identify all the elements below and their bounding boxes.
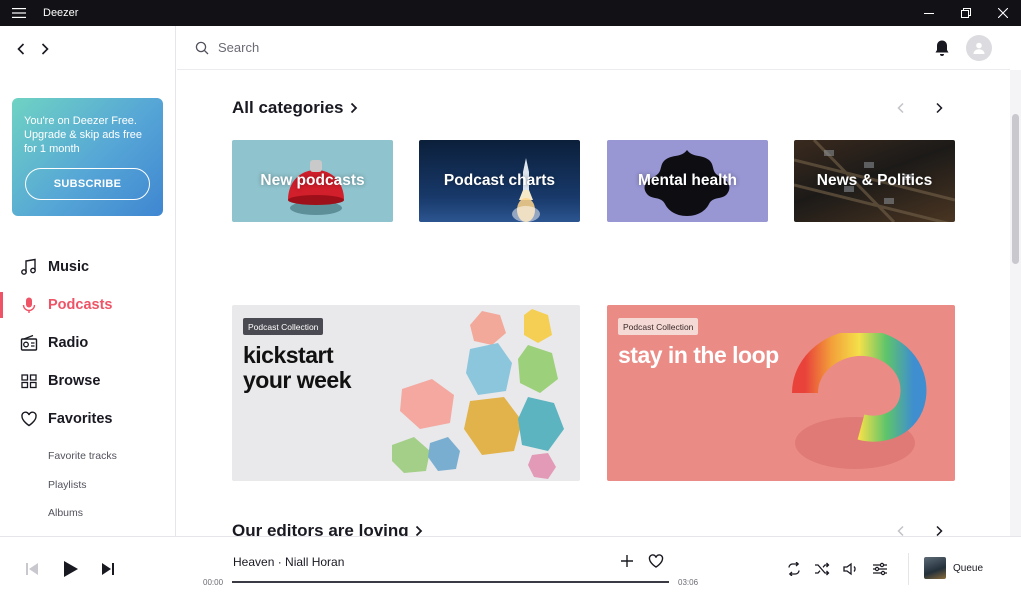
hamburger-menu-icon[interactable] [0,0,38,26]
categories-carousel-arrows [895,102,945,114]
submenu-playlists[interactable]: Playlists [48,475,117,504]
tile-label: News & Politics [816,172,933,189]
category-tile-podcast-charts[interactable]: Podcast charts [419,140,580,222]
current-track-cover[interactable] [924,557,946,579]
forward-arrow-icon[interactable] [38,40,52,58]
elapsed-time: 00:00 [203,578,224,587]
close-icon[interactable] [984,0,1021,26]
promo-text: You're on Deezer Free. Upgrade & skip ad… [24,115,143,155]
banner-title: kickstart your week [243,342,352,393]
grid-icon [20,372,38,390]
sidebar-item-favorites[interactable]: Favorites [0,400,176,438]
submenu-albums[interactable]: Albums [48,503,117,532]
main-scrollbar[interactable] [1010,70,1021,536]
play-icon[interactable] [60,558,82,580]
heart-icon [20,410,38,428]
minimize-icon[interactable] [910,0,947,26]
favorites-submenu: Favorite tracks Playlists Albums [48,446,117,532]
sidebar: You're on Deezer Free. Upgrade & skip ad… [0,26,176,536]
sidebar-item-label: Music [48,259,90,275]
radio-icon [20,334,38,352]
sidebar-item-radio[interactable]: Radio [0,324,176,362]
microphone-icon [20,296,38,314]
sidebar-item-browse[interactable]: Browse [0,362,176,400]
window-controls [910,0,1021,26]
chevron-right-icon [415,525,422,536]
editors-carousel-arrows [895,525,945,536]
top-bar [177,26,1010,70]
history-navigation [14,40,52,58]
banner-title-line: your week [243,367,352,393]
podcast-collection-badge: Podcast Collection [618,318,699,335]
repeat-icon[interactable] [785,560,803,578]
equalizer-settings-icon[interactable] [871,560,889,578]
editors-loving-link[interactable]: Our editors are loving [232,521,423,536]
title-bar: Deezer [0,0,1021,26]
stacked-blocks-image [392,309,564,479]
category-tile-news-politics[interactable]: News & Politics [794,140,955,222]
search-icon [194,40,210,56]
banner-title-line: kickstart [243,342,334,368]
player-bar: Heaven · Niall Horan 00:00 03:06 Queue [0,536,1021,600]
tile-label: Mental health [637,172,738,189]
collection-banner-kickstart[interactable]: Podcast Collection kickstart your week [232,305,580,481]
carousel-next-icon[interactable] [933,102,945,114]
subscribe-button[interactable]: SUBSCRIBE [25,168,150,200]
track-duration: 03:06 [678,578,699,587]
queue-button[interactable]: Queue [953,563,983,574]
previous-track-icon[interactable] [24,561,40,577]
sidebar-item-label: Radio [48,335,89,351]
playback-progress-bar[interactable] [232,581,669,583]
slinky-image [792,333,927,469]
add-to-playlist-icon[interactable] [619,553,635,569]
free-plan-promo: You're on Deezer Free. Upgrade & skip ad… [12,98,163,216]
music-note-icon [20,258,38,276]
submenu-favorite-tracks[interactable]: Favorite tracks [48,446,117,475]
sidebar-item-label: Browse [48,373,101,389]
back-arrow-icon[interactable] [14,40,28,58]
tile-label: New podcasts [260,172,365,189]
category-tile-new-podcasts[interactable]: New podcasts [232,140,393,222]
section-title: Our editors are loving [232,521,409,536]
carousel-prev-icon[interactable] [895,525,907,536]
notification-bell-icon[interactable] [934,39,950,57]
sidebar-item-label: Podcasts [48,297,113,313]
next-track-icon[interactable] [100,561,116,577]
player-divider [908,553,909,585]
tile-label: Podcast charts [443,172,556,189]
sidebar-item-label: Favorites [48,411,113,427]
user-avatar[interactable] [966,35,992,61]
sidebar-item-music[interactable]: Music [0,248,176,286]
chevron-right-icon [350,102,357,114]
sidebar-item-podcasts[interactable]: Podcasts [0,286,176,324]
scrollbar-thumb[interactable] [1012,114,1019,264]
collection-banner-stay-in-the-loop[interactable]: Podcast Collection stay in the loop [607,305,955,481]
main-content: All categories New podcasts Podcast char… [177,70,1010,536]
carousel-prev-icon[interactable] [895,102,907,114]
banner-title: stay in the loop [618,342,779,368]
restore-icon[interactable] [947,0,984,26]
section-title: All categories [232,98,344,117]
favorite-heart-icon[interactable] [647,553,665,569]
category-tile-mental-health[interactable]: Mental health [607,140,768,222]
window-title: Deezer [43,7,79,19]
podcast-collection-badge: Podcast Collection [243,318,324,335]
carousel-next-icon[interactable] [933,525,945,536]
main-menu: Music Podcasts Radio Browse Favorites [0,248,176,438]
shuffle-icon[interactable] [813,560,831,578]
all-categories-link[interactable]: All categories [232,98,358,118]
search-input[interactable] [218,40,818,55]
track-title[interactable]: Heaven · Niall Horan [233,555,344,569]
volume-icon[interactable] [842,560,860,578]
